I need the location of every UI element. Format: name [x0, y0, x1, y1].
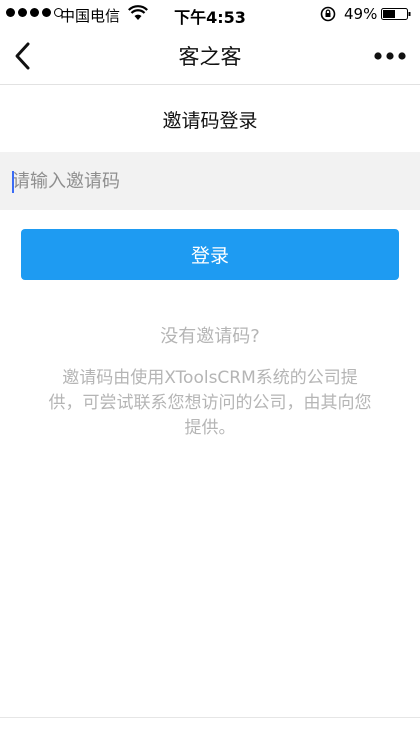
invite-code-field-container: [0, 152, 420, 210]
bottom-divider: [0, 717, 420, 718]
login-heading: 邀请码登录: [162, 110, 258, 132]
invite-code-input[interactable]: [12, 152, 408, 210]
no-invite-code-title: 没有邀请码?: [160, 326, 260, 347]
rotation-lock-icon: [320, 6, 336, 22]
status-bar: 中国电信 下午4:53 49%: [0, 0, 420, 28]
back-chevron-icon[interactable]: [12, 41, 34, 71]
page-title: 客之客: [178, 45, 242, 69]
invite-code-help-text: 邀请码由使用XToolsCRM系统的公司提供，可尝试联系您想访问的公司，由其向您…: [48, 368, 372, 438]
login-button[interactable]: 登录: [21, 229, 399, 280]
battery-icon: [381, 8, 411, 20]
more-dots-icon[interactable]: [374, 49, 406, 63]
nav-bar: 客之客: [0, 28, 420, 85]
battery-percent: 49%: [344, 5, 378, 23]
text-caret: [12, 171, 14, 193]
